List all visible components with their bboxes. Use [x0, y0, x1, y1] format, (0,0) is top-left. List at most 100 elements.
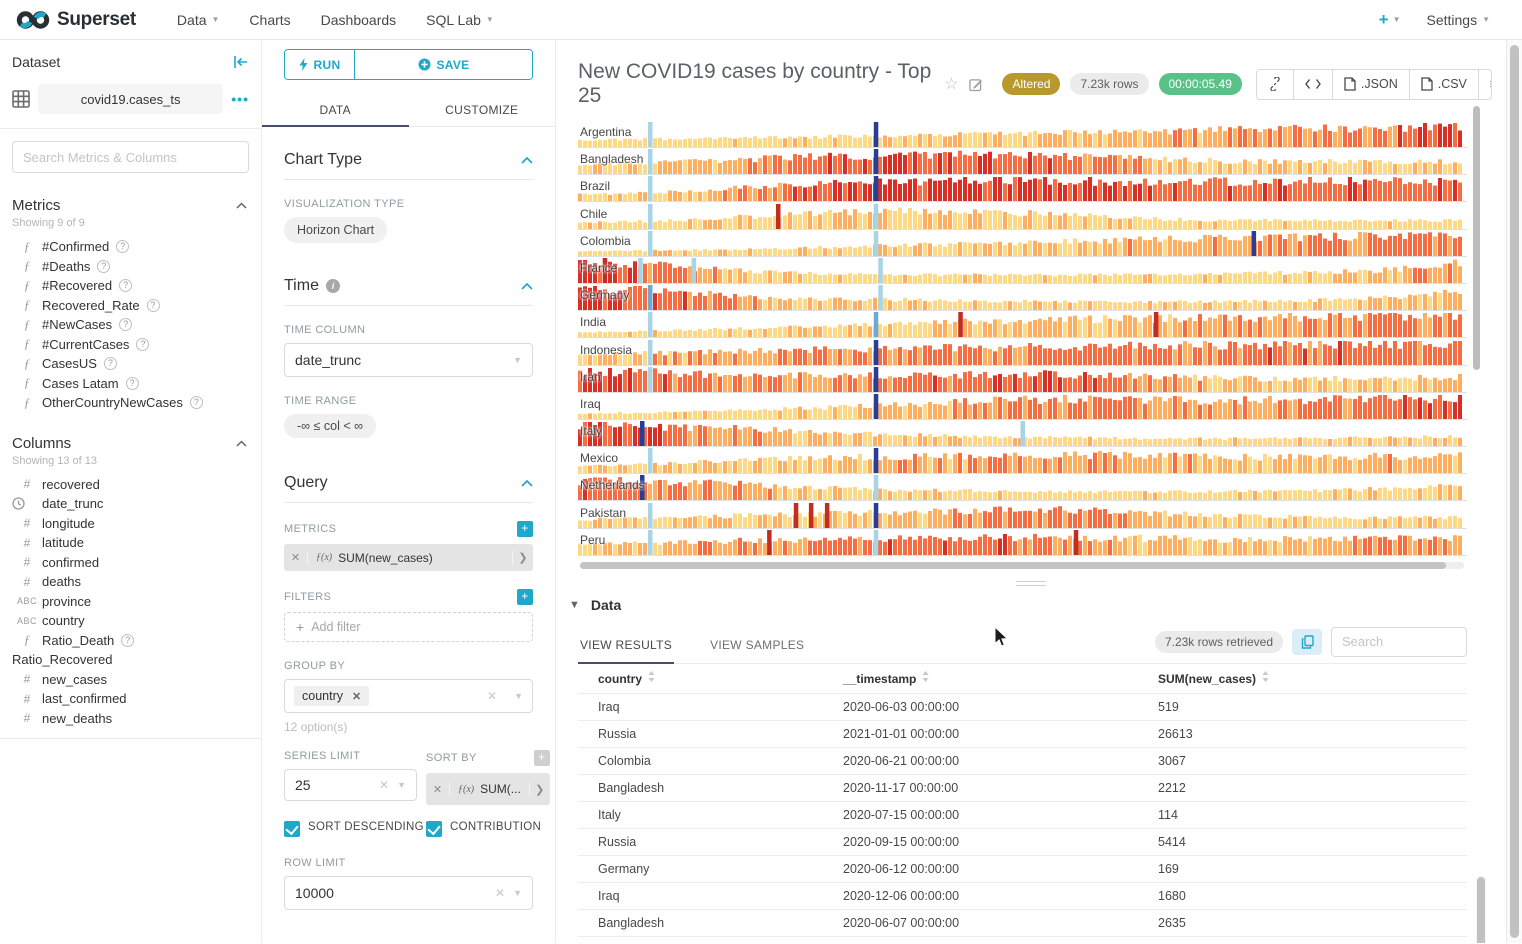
- export-json-button[interactable]: .JSON: [1332, 70, 1409, 99]
- nav-item-charts[interactable]: Charts: [234, 0, 305, 39]
- dataset-name[interactable]: covid19.cases_ts: [38, 84, 223, 114]
- column-item-deaths[interactable]: #deaths: [0, 572, 261, 592]
- chart-vertical-scrollbar[interactable]: [1473, 106, 1480, 370]
- metric-item-casesus[interactable]: ƒCasesUS?: [0, 354, 261, 374]
- view-query-button[interactable]: [1293, 70, 1332, 99]
- horizon-row-france[interactable]: France: [578, 258, 1467, 284]
- column-item-latitude[interactable]: #latitude: [0, 533, 261, 553]
- sort-icon[interactable]: [648, 671, 655, 682]
- contribution-checkbox[interactable]: CONTRIBUTION: [426, 820, 541, 837]
- horizon-row-bangladesh[interactable]: Bangladesh: [578, 149, 1467, 175]
- sort-icon[interactable]: [1262, 671, 1269, 682]
- clear-icon[interactable]: ✕: [487, 689, 497, 703]
- row-limit-select[interactable]: 10000 ✕ ▼: [284, 876, 533, 910]
- horizon-row-netherlands[interactable]: Netherlands: [578, 475, 1467, 501]
- nav-item-data[interactable]: Data▼: [162, 0, 235, 39]
- chevron-up-icon[interactable]: [236, 440, 247, 447]
- column-item-ratio-recovered[interactable]: Ratio_Recovered: [0, 650, 261, 670]
- group-by-select[interactable]: country✕ ✕▼: [284, 679, 533, 713]
- clear-icon[interactable]: ✕: [495, 886, 505, 900]
- expand-sort-icon[interactable]: ❯: [529, 783, 550, 796]
- tab-data[interactable]: DATA: [262, 93, 409, 126]
- remove-chip-icon[interactable]: ✕: [352, 690, 361, 703]
- sort-descending-checkbox[interactable]: SORT DESCENDING: [284, 820, 426, 837]
- add-filter-dropzone[interactable]: + Add filter: [284, 612, 533, 642]
- tab-customize[interactable]: CUSTOMIZE: [409, 93, 556, 126]
- panel-resize-handle[interactable]: [1016, 581, 1046, 587]
- column-header-sum-new-cases-[interactable]: SUM(new_cases): [1138, 664, 1467, 694]
- column-item-new-deaths[interactable]: #new_deaths: [0, 709, 261, 729]
- chart-type-section[interactable]: Chart Type: [284, 127, 533, 180]
- horizon-row-iraq[interactable]: Iraq: [578, 394, 1467, 420]
- altered-badge[interactable]: Altered: [1002, 73, 1060, 95]
- column-item-date-trunc[interactable]: date_trunc: [0, 494, 261, 514]
- favorite-star-icon[interactable]: ☆: [944, 74, 958, 94]
- horizon-row-colombia[interactable]: Colombia: [578, 231, 1467, 257]
- query-section[interactable]: Query: [284, 450, 533, 503]
- metric-item-recovered-rate[interactable]: ƒRecovered_Rate?: [0, 296, 261, 316]
- sort-by-chip[interactable]: ✕ ƒ(x)SUM(... ❯: [426, 773, 550, 805]
- horizon-row-germany[interactable]: Germany: [578, 285, 1467, 311]
- superset-logo[interactable]: Superset: [16, 9, 136, 31]
- horizon-row-argentina[interactable]: Argentina: [578, 122, 1467, 148]
- add-new-button[interactable]: + ▼: [1379, 11, 1401, 28]
- column-item-longitude[interactable]: #longitude: [0, 514, 261, 534]
- edit-properties-icon[interactable]: [969, 77, 983, 92]
- clear-icon[interactable]: ✕: [379, 778, 389, 792]
- horizon-row-india[interactable]: India: [578, 312, 1467, 338]
- metric-item-othercountrynewcases[interactable]: ƒOtherCountryNewCases?: [0, 393, 261, 413]
- metric-item--confirmed[interactable]: ƒ#Confirmed?: [0, 237, 261, 257]
- column-item-recovered[interactable]: #recovered: [0, 475, 261, 495]
- copy-link-button[interactable]: [1257, 70, 1293, 99]
- horizon-row-peru[interactable]: Peru: [578, 530, 1467, 556]
- column-item-confirmed[interactable]: #confirmed: [0, 553, 261, 573]
- sort-icon[interactable]: [922, 671, 929, 682]
- metric-item--deaths[interactable]: ƒ#Deaths?: [0, 257, 261, 277]
- nav-item-sql-lab[interactable]: SQL Lab▼: [411, 0, 509, 39]
- column-item-ratio-death[interactable]: ƒRatio_Death?: [0, 631, 261, 651]
- run-button[interactable]: RUN: [285, 50, 355, 79]
- horizon-row-brazil[interactable]: Brazil: [578, 176, 1467, 202]
- horizon-row-indonesia[interactable]: Indonesia: [578, 340, 1467, 366]
- metric-item--newcases[interactable]: ƒ#NewCases?: [0, 315, 261, 335]
- horizon-row-pakistan[interactable]: Pakistan: [578, 503, 1467, 529]
- export-csv-button[interactable]: .CSV: [1409, 70, 1478, 99]
- column-item-new-cases[interactable]: #new_cases: [0, 670, 261, 690]
- expand-metric-icon[interactable]: ❯: [512, 551, 533, 564]
- column-item-province[interactable]: ABCprovince: [0, 592, 261, 612]
- chevron-up-icon[interactable]: [236, 202, 247, 209]
- add-sort-metric-button[interactable]: +: [534, 750, 550, 766]
- time-section[interactable]: Timei: [284, 253, 533, 306]
- tab-view-results[interactable]: VIEW RESULTS: [578, 630, 674, 663]
- horizon-row-chile[interactable]: Chile: [578, 204, 1467, 230]
- collapse-panel-icon[interactable]: [233, 55, 249, 69]
- column-item-country[interactable]: ABCcountry: [0, 611, 261, 631]
- scrollbar-thumb[interactable]: [580, 562, 1446, 569]
- chart-menu-button[interactable]: ≡: [1478, 70, 1492, 99]
- metric-item--recovered[interactable]: ƒ#Recovered?: [0, 276, 261, 296]
- horizon-row-iran[interactable]: Iran: [578, 367, 1467, 393]
- column-item-last-confirmed[interactable]: #last_confirmed: [0, 689, 261, 709]
- page-scrollbar-thumb[interactable]: [1510, 45, 1519, 938]
- time-column-select[interactable]: date_trunc ▼: [284, 343, 533, 377]
- data-section-toggle[interactable]: ▼ Data: [556, 589, 1506, 613]
- add-metric-button[interactable]: +: [517, 521, 533, 537]
- metrics-columns-search-input[interactable]: [12, 141, 249, 173]
- table-scrollbar-thumb[interactable]: [1477, 877, 1485, 943]
- column-header--timestamp[interactable]: __timestamp: [823, 664, 1138, 694]
- results-search-input[interactable]: [1331, 627, 1467, 657]
- horizon-row-italy[interactable]: Italy: [578, 421, 1467, 447]
- save-button[interactable]: SAVE: [355, 50, 532, 79]
- column-header-country[interactable]: country: [578, 664, 823, 694]
- remove-sort-icon[interactable]: ✕: [426, 783, 450, 796]
- tab-view-samples[interactable]: VIEW SAMPLES: [708, 630, 806, 663]
- remove-metric-icon[interactable]: ✕: [284, 551, 308, 564]
- series-limit-select[interactable]: 25 ✕ ▼: [284, 769, 417, 801]
- time-range-value[interactable]: -∞ ≤ col < ∞: [284, 414, 376, 438]
- dataset-options-icon[interactable]: •••: [231, 91, 249, 107]
- metric-item--currentcases[interactable]: ƒ#CurrentCases?: [0, 335, 261, 355]
- viz-type-value[interactable]: Horizon Chart: [284, 217, 387, 243]
- add-filter-button[interactable]: +: [517, 589, 533, 605]
- metric-chip[interactable]: ✕ ƒ(x)SUM(new_cases) ❯: [284, 544, 533, 571]
- chart-title[interactable]: New COVID19 cases by country - Top 25: [578, 60, 932, 108]
